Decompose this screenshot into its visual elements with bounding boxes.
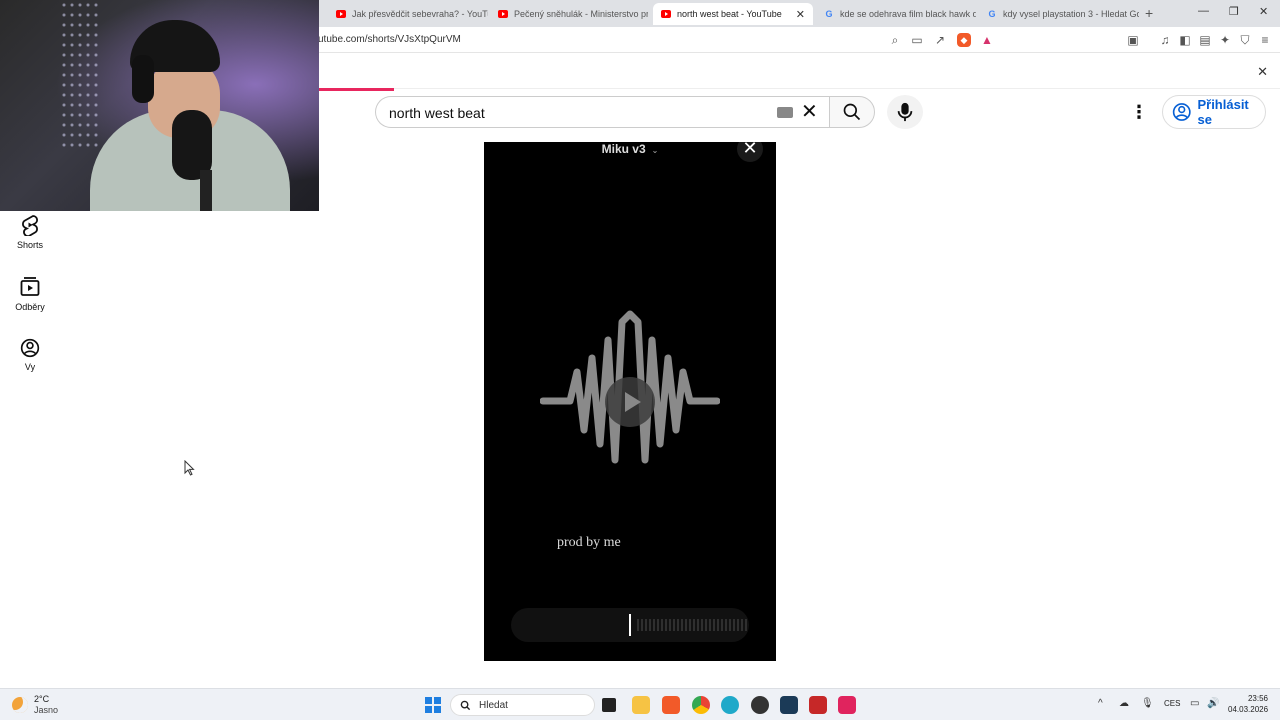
search-button[interactable] [829, 96, 875, 128]
search-query[interactable]: north west beat [389, 105, 485, 121]
close-tab-icon[interactable]: ✕ [796, 8, 805, 21]
google-icon: G [825, 9, 833, 19]
split-view-icon[interactable]: ◧ [1178, 33, 1192, 47]
sidebar-item-label: Vy [24, 362, 36, 372]
close-icon[interactable]: ✕ [1257, 64, 1268, 80]
player-title-text: Miku v3 [601, 142, 646, 156]
menu-icon[interactable]: ≡ [1258, 33, 1272, 47]
browser-tab[interactable]: G kde se odehrava film black hawk dow [816, 3, 976, 25]
rewards-icon[interactable]: ▲ [980, 33, 994, 47]
seek-bar[interactable] [511, 608, 749, 642]
microphone-icon [897, 102, 913, 122]
browser-tab[interactable]: Jak přesvědčit sebevraha? - YouTube [328, 3, 488, 25]
youtube-icon [661, 10, 671, 18]
sidebar-toggle-icon[interactable]: ▣ [1126, 33, 1140, 47]
obs-icon[interactable] [751, 696, 769, 714]
voice-search-button[interactable] [887, 95, 923, 129]
sidebar-item-label: Odběry [15, 302, 45, 312]
task-view-icon[interactable] [602, 698, 616, 712]
volume-icon[interactable]: 🔊 [1207, 698, 1219, 709]
share-icon[interactable]: ↗ [933, 33, 947, 47]
tab-title: Pečený sněhulák - Ministerstvo prok [514, 9, 648, 19]
video-overlay-text: prod by me [557, 535, 621, 550]
sidebar-item-shorts[interactable]: Shorts [0, 214, 60, 250]
edge-icon[interactable] [721, 696, 739, 714]
clock-time[interactable]: 23:56 [1244, 694, 1268, 703]
close-player-button[interactable]: ✕ [737, 142, 763, 162]
browser-tab[interactable]: G kdy vysel playstation 3 - Hledat Goo [979, 3, 1139, 25]
display-icon[interactable]: ▭ [1190, 698, 1199, 709]
sidebar-item-you[interactable]: Vy [0, 338, 60, 372]
wallet-icon[interactable]: ▤ [1198, 33, 1212, 47]
brave-browser-icon[interactable] [662, 696, 680, 714]
more-options-icon[interactable]: ⋮ [1130, 100, 1148, 124]
tray-overflow-icon[interactable]: ^ [1098, 698, 1103, 709]
restore-icon[interactable]: ❐ [1229, 5, 1239, 18]
chrome-icon[interactable] [692, 696, 710, 714]
webcam-overlay [0, 0, 319, 211]
network-cloud-icon[interactable]: ☁ [1119, 698, 1129, 709]
weather-temperature[interactable]: 2°C [34, 694, 49, 704]
seek-handle[interactable] [629, 614, 631, 636]
taskbar-search[interactable]: Hledat [450, 694, 595, 716]
shorts-icon [22, 215, 38, 236]
sign-in-label: Přihlásit se [1197, 97, 1249, 127]
play-button[interactable] [605, 377, 655, 427]
tab-title: kde se odehrava film black hawk dow [840, 9, 976, 19]
weather-moon-icon[interactable] [12, 697, 28, 713]
tab-title: kdy vysel playstation 3 - Hledat Goo [1003, 9, 1139, 19]
page-load-progress [319, 88, 394, 91]
kick-icon[interactable] [780, 696, 798, 714]
url-text[interactable]: utube.com/shorts/VJsXtpQurVM [318, 34, 461, 45]
new-tab-button[interactable]: + [1145, 5, 1153, 21]
chevron-down-icon: ⌄ [651, 146, 659, 155]
start-button[interactable] [425, 697, 441, 713]
taskbar: 2°C Jasno Hledat ^ ☁ 🎙 CES ▭ 🔊 23:56 04.… [0, 688, 1280, 720]
account-icon [1172, 103, 1191, 121]
microphone-icon[interactable]: 🎙 [1141, 698, 1154, 709]
brave-shield-icon[interactable]: ◆ [957, 33, 971, 47]
sign-in-button[interactable]: Přihlásit se [1162, 95, 1266, 129]
cast-icon[interactable]: ▭ [910, 33, 924, 47]
media-icon[interactable]: ♫ [1158, 33, 1172, 47]
taskbar-search-placeholder: Hledat [479, 699, 508, 711]
sidebar-item-label: Shorts [16, 240, 43, 250]
search-icon [460, 700, 471, 710]
google-icon: G [988, 9, 996, 19]
leo-icon[interactable]: ✦ [1218, 33, 1232, 47]
clear-search-icon[interactable]: ✕ [801, 101, 818, 123]
subscriptions-icon [20, 277, 40, 296]
player-title[interactable]: Miku v3 ⌄ [484, 142, 776, 156]
seek-waveform [637, 619, 747, 631]
search-icon [843, 103, 861, 121]
youtube-icon [336, 10, 346, 18]
browser-tab-active[interactable]: north west beat - YouTube ✕ [653, 3, 813, 25]
zoom-icon[interactable]: ⌕ [888, 33, 902, 47]
keyboard-icon[interactable] [777, 107, 793, 118]
youtube-icon [498, 10, 508, 18]
browser-tab[interactable]: Pečený sněhulák - Ministerstvo prok [490, 3, 648, 25]
account-icon [20, 338, 40, 358]
file-explorer-icon[interactable] [632, 696, 650, 714]
input-language[interactable]: CES [1164, 699, 1180, 708]
vpn-icon[interactable]: ⛉ [1238, 33, 1252, 47]
sidebar-item-subscriptions[interactable]: Odběry [0, 276, 60, 312]
tiktok-icon[interactable] [838, 696, 856, 714]
mouse-pointer-icon [184, 460, 195, 476]
weather-condition[interactable]: Jasno [34, 705, 58, 715]
app-icon[interactable] [809, 696, 827, 714]
minimize-icon[interactable]: — [1198, 5, 1209, 17]
tab-title: Jak přesvědčit sebevraha? - YouTube [352, 9, 488, 19]
search-input[interactable]: north west beat ✕ [375, 96, 830, 128]
close-window-icon[interactable]: ✕ [1259, 5, 1268, 18]
shorts-player[interactable]: Miku v3 ⌄ ✕ prod by me [484, 142, 776, 661]
clock-date[interactable]: 04.03.2026 [1228, 705, 1268, 714]
tab-title: north west beat - YouTube [677, 9, 782, 19]
